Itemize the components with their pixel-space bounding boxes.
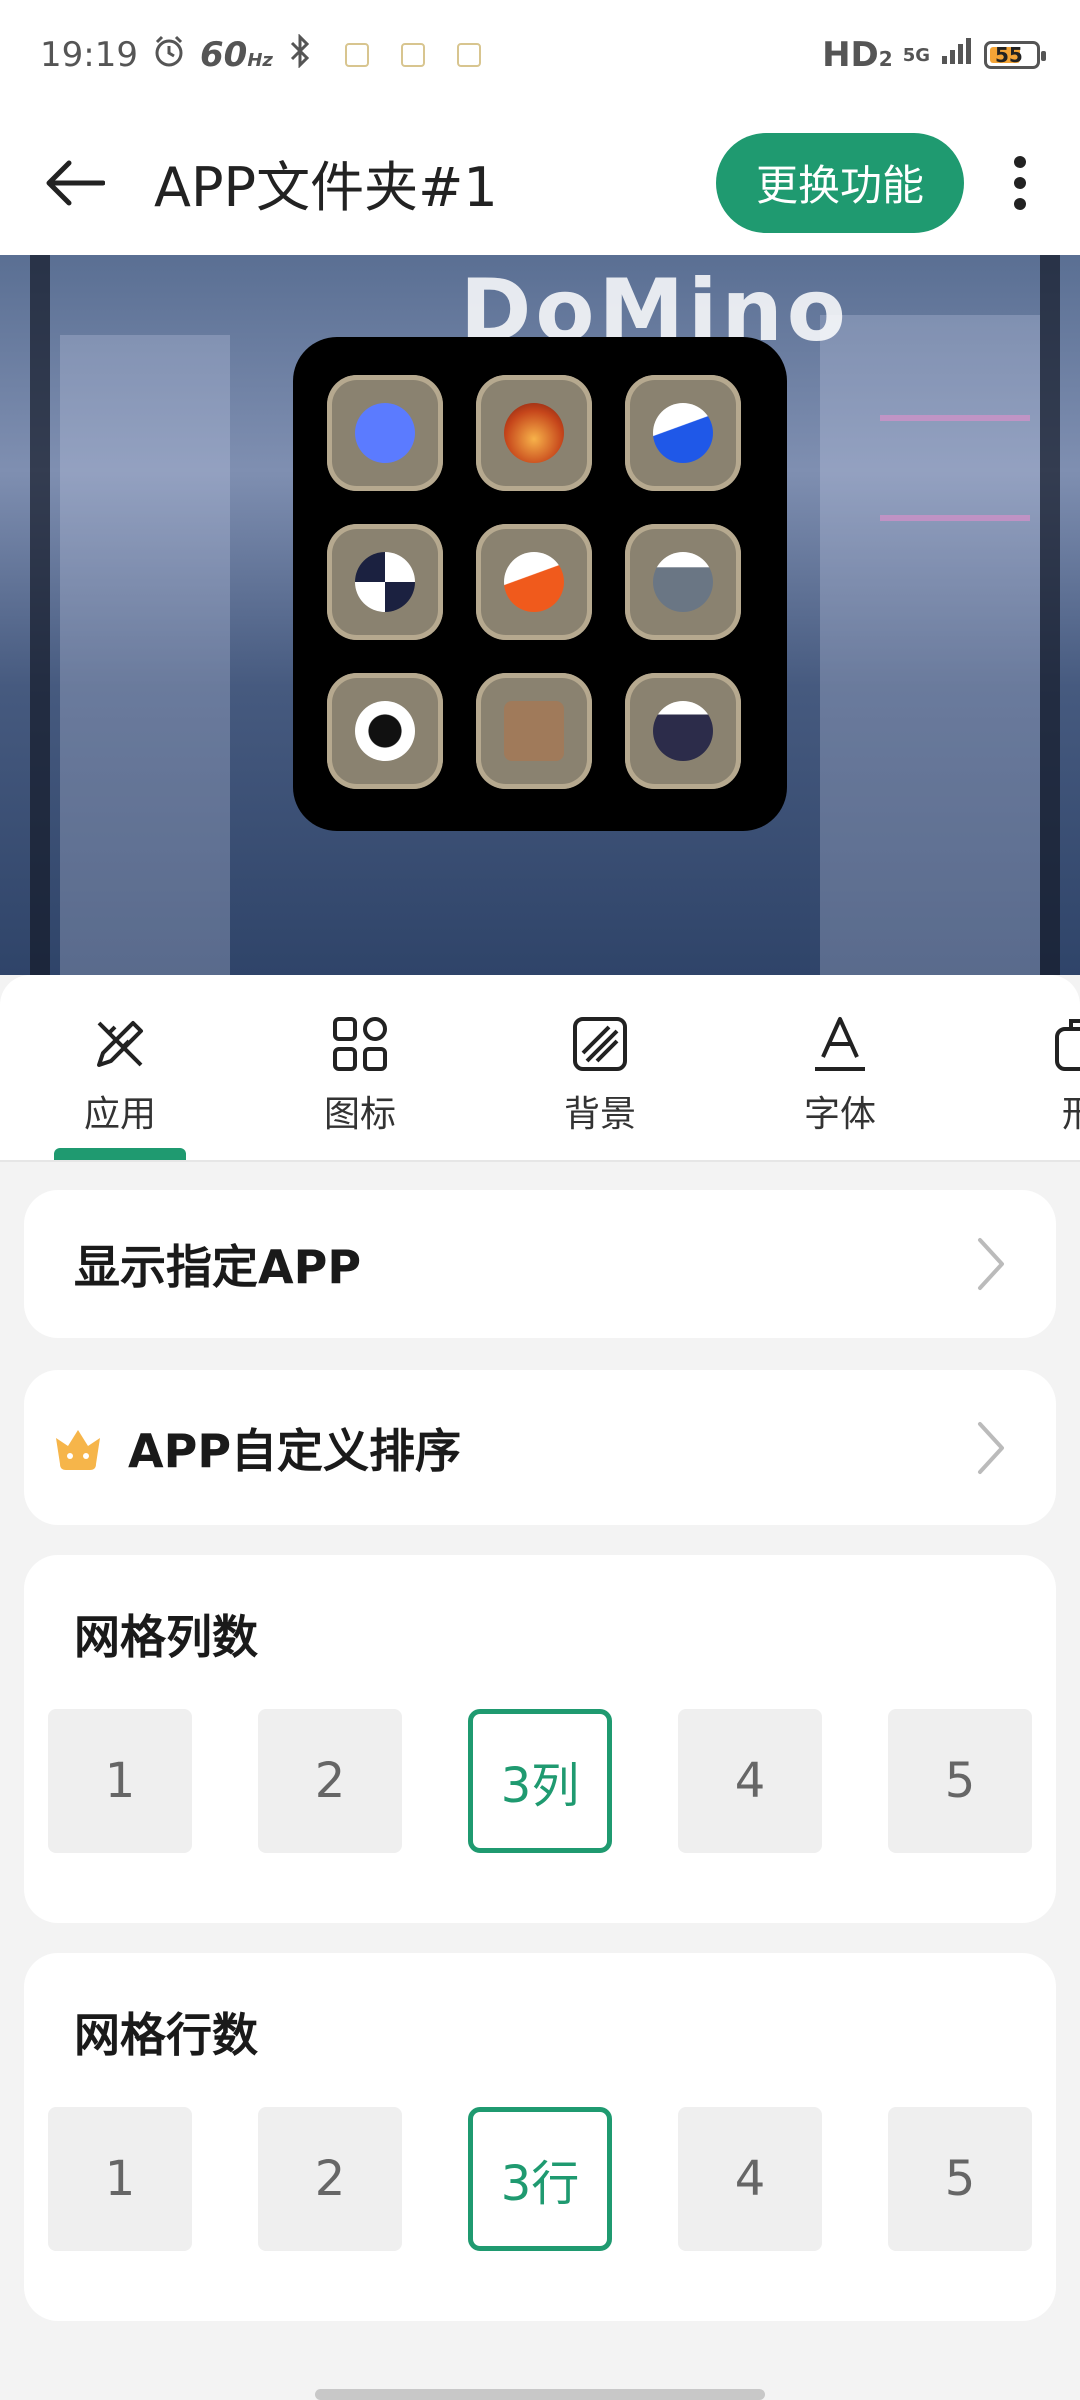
- grid-rows-card: 网格行数 1 2 3行 4 5: [24, 1953, 1056, 2321]
- home-indicator[interactable]: [315, 2389, 765, 2400]
- grid-icon: [333, 1017, 387, 1071]
- active-tab-indicator: [54, 1148, 186, 1160]
- tab-icon[interactable]: 图标: [240, 975, 480, 1160]
- app-icon: [625, 524, 741, 640]
- pen-ruler-icon: [97, 1021, 143, 1067]
- arrow-left-icon: [46, 160, 105, 205]
- settings-sheet: 应用 图标 背景 字体 形 显示指定APP APP自定义排序 网格列数 1 2 …: [0, 975, 1080, 2400]
- chevron-right-icon: [978, 1238, 1004, 1290]
- building-left: [60, 335, 230, 975]
- more-button[interactable]: [1000, 148, 1040, 218]
- tab-background[interactable]: 背景: [480, 975, 720, 1160]
- tab-label: 应用: [83, 1094, 156, 1135]
- notification-icon-1: [344, 43, 369, 67]
- neon-strip: [880, 415, 1030, 421]
- tab-font[interactable]: 字体: [720, 975, 960, 1160]
- battery-icon: 55: [984, 41, 1046, 69]
- row-title: APP自定义排序: [128, 1423, 462, 1478]
- grid-columns-card: 网格列数 1 2 3列 4 5: [24, 1555, 1056, 1923]
- building-right: [820, 315, 1040, 975]
- app-icon: [476, 673, 592, 789]
- chevron-right-icon: [978, 1421, 1004, 1474]
- tab-app[interactable]: 应用: [0, 975, 240, 1160]
- show-specified-app-row[interactable]: 显示指定APP: [24, 1190, 1056, 1338]
- grid-columns-options: 1 2 3列 4 5: [48, 1709, 1032, 1853]
- columns-option-4[interactable]: 4: [678, 1709, 822, 1853]
- notification-icon-2: [400, 43, 425, 67]
- back-button[interactable]: [40, 148, 110, 218]
- tab-label: 图标: [323, 1094, 396, 1135]
- app-bar: APP文件夹#1 更换功能: [0, 110, 1080, 255]
- app-icon: [327, 673, 443, 789]
- rows-option-1[interactable]: 1: [48, 2107, 192, 2251]
- status-bar: 19:19 60Hz HD2 5G 55: [0, 0, 1080, 110]
- tab-label: 字体: [803, 1094, 876, 1135]
- columns-option-3[interactable]: 3列: [468, 1709, 612, 1853]
- columns-option-5[interactable]: 5: [888, 1709, 1032, 1853]
- row-title: 显示指定APP: [74, 1240, 362, 1294]
- columns-option-1[interactable]: 1: [48, 1709, 192, 1853]
- stripes-icon: [573, 1017, 627, 1071]
- signal-icon: [940, 35, 974, 75]
- grid-rows-options: 1 2 3行 4 5: [48, 2107, 1032, 2251]
- app-icon: [327, 375, 443, 491]
- app-icon: [476, 375, 592, 491]
- widget-preview: DoMino: [0, 255, 1080, 975]
- tab-label: 形: [1061, 1094, 1080, 1135]
- tab-label: 背景: [563, 1094, 636, 1135]
- neon-strip: [880, 515, 1030, 521]
- tab-shape[interactable]: 形: [960, 975, 1080, 1160]
- app-icon: [476, 524, 592, 640]
- status-time: 19:19: [40, 35, 138, 75]
- rows-option-2[interactable]: 2: [258, 2107, 402, 2251]
- rows-option-3[interactable]: 3行: [468, 2107, 612, 2251]
- crown-icon: [56, 1429, 100, 1470]
- switch-function-button[interactable]: 更换功能: [715, 132, 964, 233]
- notification-icon-3: [456, 43, 481, 67]
- app-icon: [625, 673, 741, 789]
- bluetooth-icon: [287, 32, 313, 77]
- window-frame: [30, 255, 50, 975]
- columns-option-2[interactable]: 2: [258, 1709, 402, 1853]
- grid-columns-title: 网格列数: [74, 1610, 258, 1664]
- rows-option-5[interactable]: 5: [888, 2107, 1032, 2251]
- app-icon: [625, 375, 741, 491]
- app-icon: [327, 524, 443, 640]
- custom-sort-row[interactable]: APP自定义排序: [24, 1370, 1056, 1525]
- hd-indicator: HD2: [822, 35, 893, 75]
- page-title: APP文件夹#1: [154, 156, 498, 219]
- grid-rows-title: 网格行数: [74, 2008, 258, 2062]
- refresh-rate: 60Hz: [199, 35, 273, 75]
- more-vertical-icon: [1014, 155, 1026, 210]
- tab-bar: 应用 图标 背景 字体 形: [0, 975, 1080, 1162]
- network-gen: 5G: [902, 44, 930, 66]
- font-icon: [815, 1017, 865, 1071]
- window-frame-right: [1040, 255, 1060, 975]
- shape-icon: [1055, 1019, 1080, 1071]
- rows-option-4[interactable]: 4: [678, 2107, 822, 2251]
- alarm-icon: [152, 34, 186, 77]
- app-folder-preview[interactable]: [293, 337, 787, 831]
